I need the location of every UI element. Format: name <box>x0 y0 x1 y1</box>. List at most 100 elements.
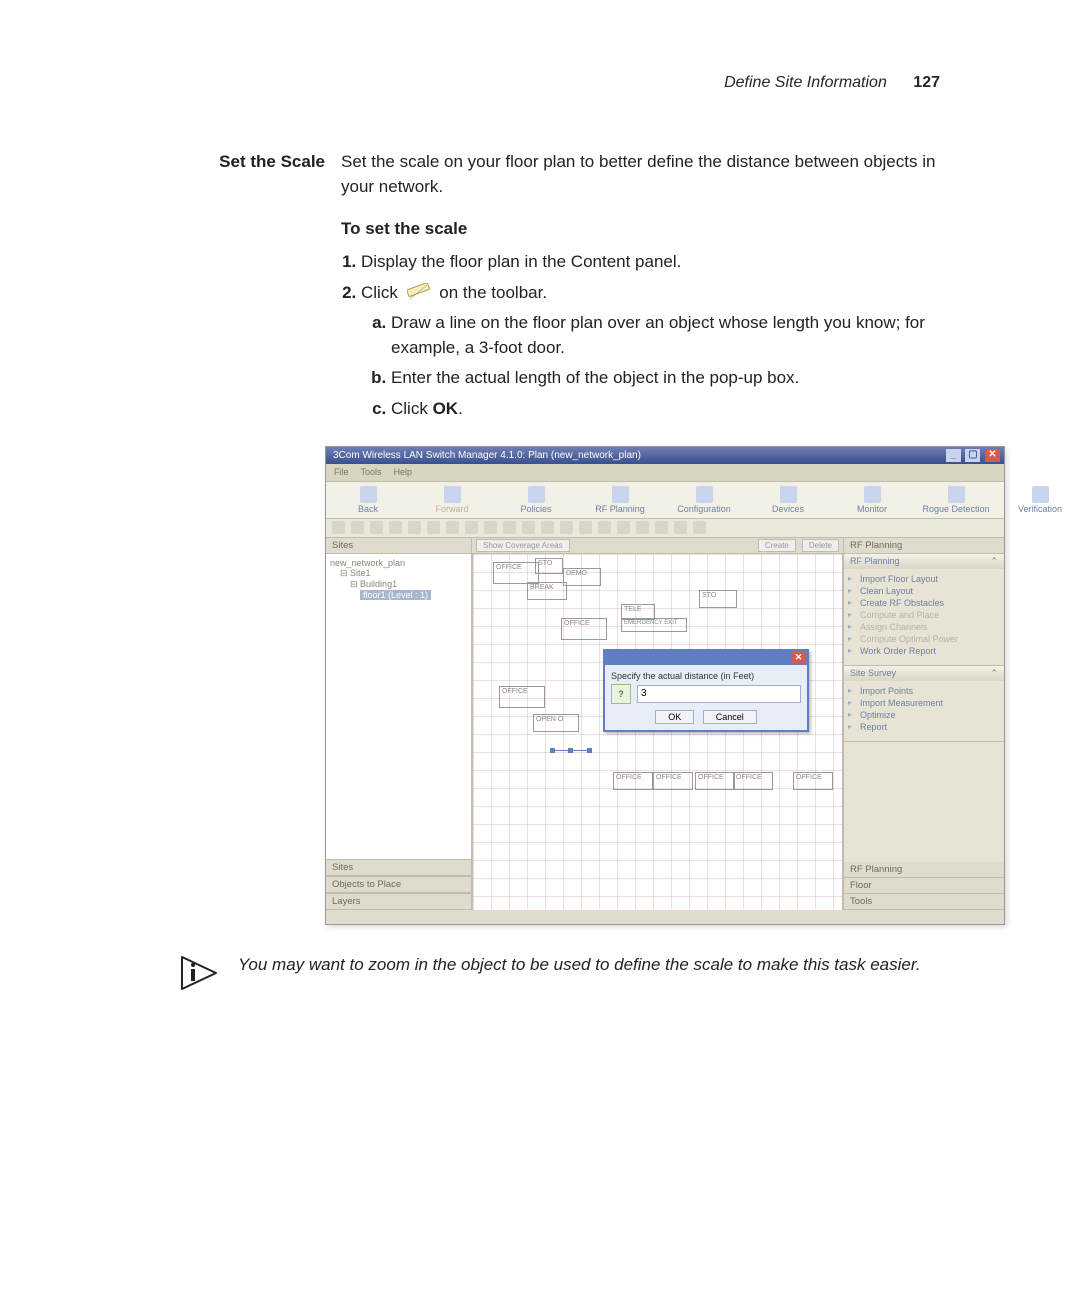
create-rf-obstacles-link[interactable]: Create RF Obstacles <box>848 597 1000 609</box>
ruler-icon <box>407 283 431 301</box>
tool-icon[interactable] <box>446 521 459 534</box>
scale-handle[interactable] <box>587 748 592 753</box>
maximize-button[interactable]: ▢ <box>965 449 980 462</box>
menu-tools[interactable]: Tools <box>361 467 382 477</box>
policies-button[interactable]: Policies <box>494 482 578 518</box>
room-label: OFFICE <box>733 772 773 790</box>
app-screenshot: 3Com Wireless LAN Switch Manager 4.1.0: … <box>325 446 1005 925</box>
rf-planning-button[interactable]: RF Planning <box>578 482 662 518</box>
ok-button[interactable]: OK <box>655 710 694 724</box>
layers-tab[interactable]: Layers <box>326 893 471 910</box>
sites-panel-header: Sites <box>326 538 471 554</box>
step-1: Display the floor plan in the Content pa… <box>361 250 940 275</box>
info-note: You may want to zoom in the object to be… <box>238 953 921 978</box>
sites-tree[interactable]: new_network_plan ⊟ Site1 ⊟ Building1 flo… <box>326 554 471 859</box>
compute-place-link: Compute and Place <box>848 609 1000 621</box>
show-coverage-button[interactable]: Show Coverage Areas <box>476 539 570 552</box>
room-label: OFFICE <box>561 618 607 640</box>
optimize-link[interactable]: Optimize <box>848 709 1000 721</box>
info-icon <box>180 953 220 993</box>
tool-icon[interactable] <box>351 521 364 534</box>
status-bar <box>326 910 1004 924</box>
canvas-toolbar: Show Coverage Areas Create Delete <box>472 538 843 554</box>
main-toolbar: Back Forward Policies RF Planning Config… <box>326 482 1004 519</box>
import-floor-layout-link[interactable]: Import Floor Layout <box>848 573 1000 585</box>
import-points-link[interactable]: Import Points <box>848 685 1000 697</box>
assign-channels-link: Assign Channels <box>848 621 1000 633</box>
sites-tab[interactable]: Sites <box>326 859 471 876</box>
secondary-toolbar <box>326 519 1004 538</box>
tool-icon[interactable] <box>522 521 535 534</box>
forward-button: Forward <box>410 482 494 518</box>
tool-icon[interactable] <box>560 521 573 534</box>
status-floor[interactable]: Floor <box>844 878 1004 894</box>
room-label: OPEN O <box>533 714 579 732</box>
clean-layout-link[interactable]: Clean Layout <box>848 585 1000 597</box>
verification-button[interactable]: Verification <box>998 482 1080 518</box>
running-header: Define Site Information 127 <box>724 74 940 92</box>
tree-root[interactable]: new_network_plan <box>330 558 467 568</box>
page-number: 127 <box>913 74 940 91</box>
cancel-button[interactable]: Cancel <box>703 710 757 724</box>
configuration-button[interactable]: Configuration <box>662 482 746 518</box>
work-order-link[interactable]: Work Order Report <box>848 645 1000 657</box>
room-label: OFFICE <box>793 772 833 790</box>
scale-handle[interactable] <box>550 748 555 753</box>
objects-to-place-tab[interactable]: Objects to Place <box>326 876 471 893</box>
tool-icon[interactable] <box>484 521 497 534</box>
menu-help[interactable]: Help <box>394 467 413 477</box>
tool-icon[interactable] <box>617 521 630 534</box>
monitor-button[interactable]: Monitor <box>830 482 914 518</box>
devices-button[interactable]: Devices <box>746 482 830 518</box>
status-rf[interactable]: RF Planning <box>844 862 1004 878</box>
step-2a: Draw a line on the floor plan over an ob… <box>391 311 940 360</box>
intro-paragraph: Set the scale on your floor plan to bett… <box>341 150 940 199</box>
menu-file[interactable]: File <box>334 467 349 477</box>
tool-icon[interactable] <box>465 521 478 534</box>
room-label: EMERGENCY EXIT <box>621 618 687 632</box>
back-button[interactable]: Back <box>326 482 410 518</box>
tool-icon[interactable] <box>655 521 668 534</box>
popup-close-button[interactable]: ✕ <box>792 652 805 663</box>
scale-handle[interactable] <box>568 748 573 753</box>
import-measurement-link[interactable]: Import Measurement <box>848 697 1000 709</box>
tool-icon[interactable] <box>636 521 649 534</box>
room-label: OFFICE <box>695 772 735 790</box>
distance-popup: ✕ Specify the actual distance (in Feet) … <box>603 649 809 732</box>
titlebar: 3Com Wireless LAN Switch Manager 4.1.0: … <box>326 447 1004 464</box>
status-tools[interactable]: Tools <box>844 894 1004 910</box>
tree-building[interactable]: ⊟ Building1 <box>330 579 467 590</box>
help-icon: ? <box>611 684 631 704</box>
tool-icon[interactable] <box>541 521 554 534</box>
tool-icon[interactable] <box>674 521 687 534</box>
popup-label: Specify the actual distance (in Feet) <box>611 671 801 681</box>
close-button[interactable]: ✕ <box>985 449 1000 462</box>
tool-icon[interactable] <box>427 521 440 534</box>
minimize-button[interactable]: _ <box>946 449 961 462</box>
delete-button: Delete <box>802 539 839 552</box>
floorplan-canvas[interactable]: OFFICE STO DEMO BREAK STO OFFICE TELE EM… <box>472 554 843 910</box>
tool-icon[interactable] <box>408 521 421 534</box>
tool-icon[interactable] <box>693 521 706 534</box>
tool-icon[interactable] <box>389 521 402 534</box>
create-button: Create <box>758 539 796 552</box>
tool-icon[interactable] <box>579 521 592 534</box>
margin-heading: Set the Scale <box>180 150 341 428</box>
tree-floor[interactable]: floor1 (Level : 1) <box>330 590 467 600</box>
tool-icon[interactable] <box>598 521 611 534</box>
rf-planning-group[interactable]: RF Planning⌃ <box>844 554 1004 569</box>
room-label: OFFICE <box>613 772 653 790</box>
procedure-heading: To set the scale <box>341 217 940 242</box>
report-link[interactable]: Report <box>848 721 1000 733</box>
tool-icon[interactable] <box>503 521 516 534</box>
tool-icon[interactable] <box>332 521 345 534</box>
app-title: 3Com Wireless LAN Switch Manager 4.1.0: … <box>330 450 944 461</box>
site-survey-group[interactable]: Site Survey⌃ <box>844 666 1004 681</box>
section-name: Define Site Information <box>724 74 887 91</box>
room-label: BREAK <box>527 582 567 600</box>
rogue-detection-button[interactable]: Rogue Detection <box>914 482 998 518</box>
distance-input[interactable] <box>637 685 801 703</box>
tree-site[interactable]: ⊟ Site1 <box>330 568 467 579</box>
menu-bar: File Tools Help <box>326 464 1004 482</box>
tool-icon[interactable] <box>370 521 383 534</box>
